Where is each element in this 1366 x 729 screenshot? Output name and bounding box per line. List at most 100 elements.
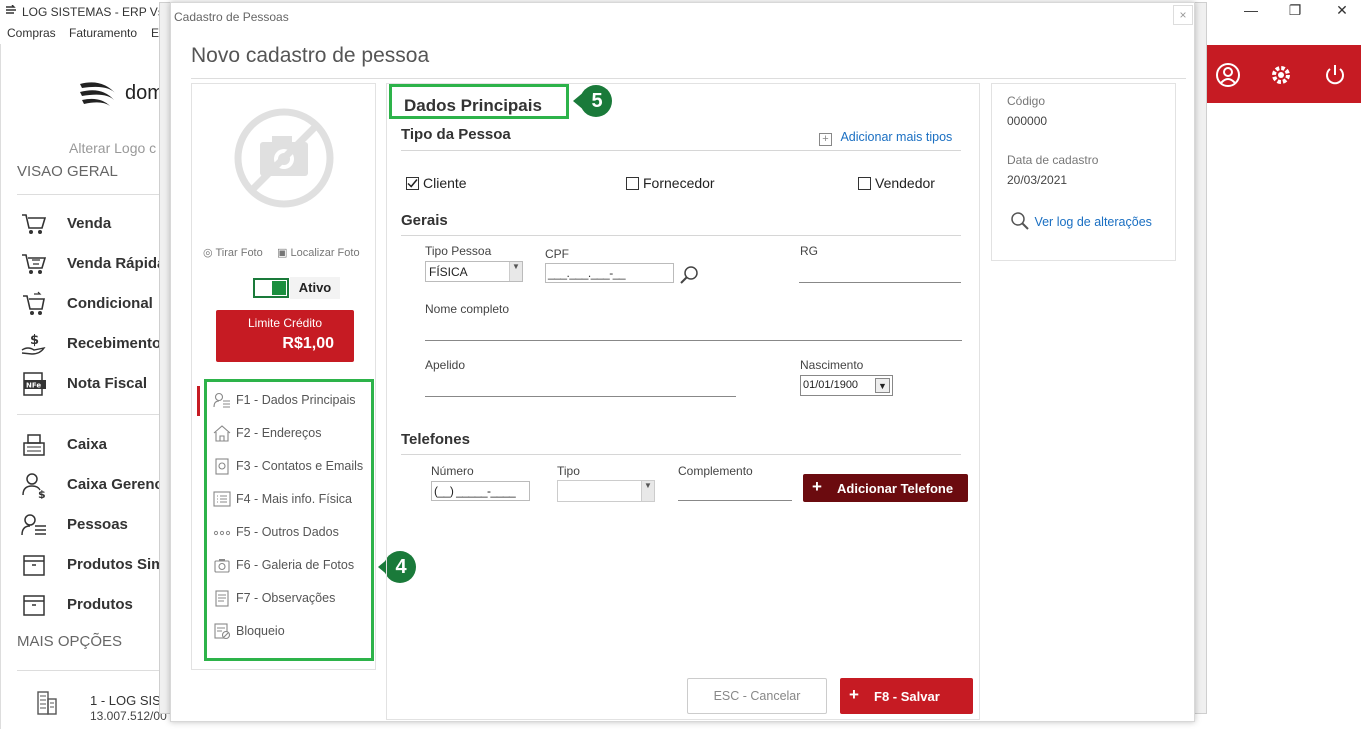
rg-label: RG	[800, 244, 818, 258]
power-icon[interactable]	[1322, 62, 1348, 88]
cancel-button[interactable]: ESC - Cancelar	[687, 678, 827, 714]
chevron-down-icon: ▼	[509, 262, 522, 281]
dados-principais-highlight: Dados Principais	[389, 84, 569, 119]
plus-icon: +	[812, 477, 822, 496]
box-icon	[23, 555, 45, 576]
callout-badge-5: 5	[571, 85, 612, 117]
gerais-title: Gerais	[401, 212, 448, 229]
divider	[401, 235, 961, 236]
box-icon	[23, 595, 45, 616]
codigo-value: 000000	[1007, 114, 1048, 128]
adicionar-telefone-button[interactable]: + Adicionar Telefone	[803, 474, 968, 502]
svg-text:$: $	[30, 333, 39, 348]
user-list-icon	[213, 392, 230, 408]
alter-logo-link[interactable]: Alterar Logo c	[69, 140, 156, 156]
tipo-telefone-select[interactable]: ▼	[557, 480, 655, 502]
menu-more[interactable]: E	[151, 26, 159, 40]
tipo-pessoa-label: Tipo Pessoa	[425, 244, 492, 258]
nascimento-date-picker[interactable]: 01/01/1900 ▼	[800, 375, 893, 396]
image-icon: ▣	[277, 247, 288, 259]
tipo-pessoa-select[interactable]: FÍSICA ▼	[425, 261, 523, 282]
complemento-input[interactable]	[678, 500, 792, 501]
localizar-foto-button[interactable]: ▣ Localizar Foto	[277, 246, 360, 259]
section-visao-geral: VISAO GERAL	[17, 163, 118, 180]
cpf-label: CPF	[545, 247, 569, 261]
home-icon	[213, 425, 231, 442]
chevron-down-icon: ▼	[875, 378, 890, 393]
svg-text:NFe: NFe	[26, 382, 41, 390]
checkbox-unchecked-icon	[626, 177, 639, 190]
numero-input[interactable]: (__) _____-____	[431, 481, 530, 501]
cart-icon	[22, 214, 47, 234]
rg-input[interactable]	[799, 282, 961, 283]
camera-icon	[214, 559, 230, 573]
codigo-label: Código	[1007, 94, 1046, 108]
svg-text:$: $	[38, 488, 46, 499]
chevron-down-icon: ▼	[641, 481, 654, 501]
cpf-input[interactable]: ___.___.___-__	[545, 263, 674, 283]
main-form-panel: Dados Principais Tipo da Pessoa + Adicio…	[386, 83, 980, 720]
section-nav-highlight: F1 - Dados Principais F2 - Endereços F3 …	[204, 379, 374, 661]
divider	[401, 454, 961, 455]
nascimento-label: Nascimento	[800, 358, 864, 372]
ver-log-link[interactable]: Ver log de alterações	[1010, 211, 1152, 231]
grid-list-icon	[213, 491, 231, 507]
limite-credito-label: Limite Crédito	[247, 316, 323, 330]
limite-credito-box: Limite Crédito R$1,00	[216, 310, 354, 362]
tipo-pessoa-title: Tipo da Pessoa	[401, 126, 511, 143]
data-cadastro-label: Data de cadastro	[1007, 153, 1099, 167]
plus-icon: +	[849, 685, 859, 704]
dialog-close-button[interactable]: ×	[1173, 5, 1193, 25]
sidebar-border	[0, 44, 1, 729]
dialog-window-title: Cadastro de Pessoas	[174, 10, 289, 24]
no-photo-icon[interactable]	[234, 108, 334, 208]
user-profile-icon[interactable]	[1215, 62, 1241, 88]
data-cadastro-value: 20/03/2021	[1007, 173, 1068, 187]
search-icon	[1011, 212, 1029, 230]
fast-cart-icon	[22, 254, 47, 274]
dots-icon	[213, 530, 231, 536]
section-title-dados-principais: Dados Principais	[404, 96, 542, 115]
section-mais-opcoes: MAIS OPÇÕES	[17, 633, 123, 650]
numero-label: Número	[431, 464, 474, 478]
limite-credito-value: R$1,00	[282, 335, 334, 352]
search-icon[interactable]	[680, 265, 700, 285]
cadastro-pessoas-dialog: Cadastro de Pessoas × Novo cadastro de p…	[170, 2, 1195, 722]
nav-active-marker	[197, 386, 200, 416]
menu-compras[interactable]: Compras	[7, 26, 56, 40]
divider	[401, 150, 961, 151]
minimize-icon[interactable]: —	[1236, 2, 1266, 18]
money-hand-icon: $	[21, 333, 46, 355]
apelido-input[interactable]	[425, 396, 736, 397]
nfe-icon: NFe	[23, 372, 46, 396]
separator	[17, 670, 159, 671]
heading-divider	[191, 78, 1186, 79]
ativo-toggle[interactable]	[253, 278, 289, 298]
tirar-foto-button[interactable]: ◎ Tirar Foto	[203, 246, 263, 259]
company-cnpj: 13.007.512/00	[90, 709, 167, 723]
checkbox-checked-icon	[406, 177, 419, 190]
separator	[17, 414, 159, 415]
menu-faturamento[interactable]: Faturamento	[69, 26, 137, 40]
add-types-link[interactable]: + Adicionar mais tipos	[819, 128, 952, 146]
contact-icon	[215, 458, 229, 475]
plus-square-icon: +	[819, 133, 832, 146]
brand-logo	[78, 78, 120, 115]
close-icon[interactable]: ✕	[1327, 2, 1357, 19]
nome-completo-label: Nome completo	[425, 302, 510, 316]
info-panel: Código 000000 Data de cadastro 20/03/202…	[991, 83, 1176, 261]
save-button[interactable]: + F8 - Salvar	[840, 678, 973, 714]
settings-gear-icon[interactable]	[1268, 62, 1294, 88]
dialog-titlebar: Cadastro de Pessoas ×	[171, 3, 1194, 29]
app-logo-icon	[6, 4, 18, 18]
nome-completo-input[interactable]	[425, 340, 962, 341]
complemento-label: Complemento	[678, 464, 753, 478]
telefones-title: Telefones	[401, 431, 470, 448]
user-list-icon	[21, 514, 46, 536]
separator	[17, 194, 159, 195]
ativo-label: Ativo	[290, 277, 340, 299]
left-panel: ◎ Tirar Foto ▣ Localizar Foto Ativo Limi…	[191, 83, 376, 670]
user-money-icon: $	[22, 473, 46, 499]
restore-icon[interactable]: ❐	[1280, 2, 1310, 19]
cart-return-icon	[23, 291, 45, 315]
